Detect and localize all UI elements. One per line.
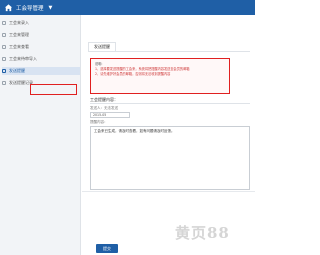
document-icon	[2, 45, 6, 49]
top-bar: 工会导管理 ▼	[0, 0, 255, 15]
sidebar: 工会来录入 工会来管理 工会来查看 工会来待审导入 发送提醒 发送提醒记录	[0, 15, 81, 255]
sidebar-item-view[interactable]: 工会来查看	[2, 43, 80, 51]
sidebar-item-manage[interactable]: 工会来管理	[2, 31, 80, 39]
document-icon	[2, 33, 6, 37]
divider	[90, 103, 250, 104]
notice-line: 2、请先维护好会员的邮箱，否则将无法收到提醒内容	[95, 72, 171, 76]
tab-bar: 发送提醒	[88, 42, 250, 52]
sidebar-item-entry[interactable]: 工会来录入	[2, 19, 80, 27]
chevron-down-icon[interactable]: ▼	[49, 5, 53, 11]
home-icon	[4, 4, 13, 12]
sidebar-item-label: 工会来录入	[9, 20, 29, 25]
sidebar-item-label: 发送提醒	[9, 68, 25, 73]
watermark: 黄页88	[175, 224, 230, 242]
sidebar-item-send-reminder[interactable]: 发送提醒	[2, 67, 80, 75]
document-icon	[2, 57, 6, 61]
app-title: 工会导管理	[16, 5, 44, 12]
sidebar-highlight-box	[30, 84, 77, 95]
notice-box: 说明: 1、选择要发送提醒的工会来，系统将把提醒内容发送至会员的邮箱 2、请先维…	[90, 58, 230, 94]
sidebar-item-label: 工会来待审导入	[9, 56, 37, 61]
document-icon	[2, 69, 6, 73]
document-icon	[2, 81, 6, 85]
month-select[interactable]: 2015-05	[90, 112, 130, 118]
sidebar-item-import[interactable]: 工会来待审导入	[2, 55, 80, 63]
tab-send-reminder[interactable]: 发送提醒	[88, 42, 116, 51]
divider	[82, 191, 255, 192]
content-label: 提醒内容：	[90, 120, 108, 124]
sidebar-item-label: 工会来查看	[9, 44, 29, 49]
document-icon	[2, 21, 6, 25]
brand[interactable]: 工会导管理 ▼	[4, 3, 52, 12]
reminder-content-textarea[interactable]: 工会来已生成，请及时查看，如有问题请及时反馈。	[90, 126, 250, 190]
recipient-label: 发送人：无法发送	[90, 106, 118, 110]
main-panel: 发送提醒 说明: 1、选择要发送提醒的工会来，系统将把提醒内容发送至会员的邮箱 …	[82, 15, 255, 255]
sidebar-item-label: 工会来管理	[9, 32, 29, 37]
submit-button[interactable]: 提交	[96, 244, 118, 253]
